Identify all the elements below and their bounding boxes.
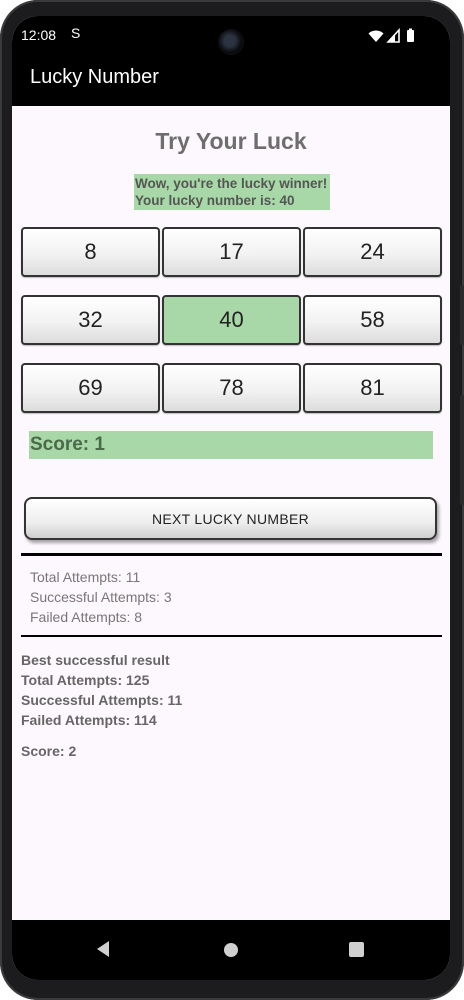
number-button-32[interactable]: 32 <box>21 295 160 345</box>
best-total-attempts: Total Attempts: 125 <box>21 672 150 688</box>
app-bar: Lucky Number <box>12 56 450 106</box>
total-attempts: Total Attempts: 11 <box>30 569 141 585</box>
status-indicator-icon: S <box>71 25 81 41</box>
status-bar: 12:08 S <box>12 16 450 56</box>
best-result: Best successful result Total Attempts: 1… <box>21 650 182 761</box>
navigation-bar <box>12 920 450 980</box>
number-button-24[interactable]: 24 <box>303 227 442 277</box>
front-camera <box>219 30 243 54</box>
best-successful-attempts: Successful Attempts: 11 <box>21 692 183 708</box>
number-grid: 8 17 24 32 40 58 69 78 81 <box>21 227 442 417</box>
volume-button <box>460 395 464 505</box>
main-content: Try Your Luck Wow, you're the lucky winn… <box>12 106 450 920</box>
screen: 12:08 S Lucky Number Try Your Luck Wow, … <box>12 16 450 980</box>
best-score: Score: 2 <box>21 743 77 759</box>
best-failed-attempts: Failed Attempts: 114 <box>21 712 157 728</box>
number-button-40-selected[interactable]: 40 <box>162 295 301 345</box>
successful-attempts: Successful Attempts: 3 <box>30 589 172 605</box>
divider <box>21 635 442 637</box>
back-icon[interactable] <box>96 940 110 958</box>
current-stats: Total Attempts: 11 Successful Attempts: … <box>30 567 172 627</box>
next-lucky-number-button[interactable]: NEXT LUCKY NUMBER <box>24 497 437 540</box>
winner-message-line2: Your lucky number is: 40 <box>135 193 295 208</box>
recents-icon[interactable] <box>349 942 364 957</box>
number-button-58[interactable]: 58 <box>303 295 442 345</box>
divider <box>21 553 442 556</box>
score-display: Score: 1 <box>29 431 433 459</box>
number-button-17[interactable]: 17 <box>162 227 301 277</box>
number-button-69[interactable]: 69 <box>21 363 160 413</box>
signal-icon <box>386 28 400 43</box>
wifi-icon <box>368 30 384 42</box>
page-title: Try Your Luck <box>155 128 307 154</box>
winner-message-line1: Wow, you're the lucky winner! <box>135 176 328 191</box>
status-time: 12:08 <box>21 27 57 43</box>
app-title: Lucky Number <box>30 66 159 88</box>
home-icon[interactable] <box>224 943 238 957</box>
number-button-81[interactable]: 81 <box>303 363 442 413</box>
best-result-heading: Best successful result <box>21 652 170 668</box>
phone-frame: 12:08 S Lucky Number Try Your Luck Wow, … <box>0 0 464 1000</box>
failed-attempts: Failed Attempts: 8 <box>30 609 143 625</box>
battery-icon <box>407 28 414 42</box>
number-button-78[interactable]: 78 <box>162 363 301 413</box>
winner-message: Wow, you're the lucky winner! Your lucky… <box>134 174 330 210</box>
status-icons <box>368 28 414 43</box>
power-button <box>460 285 464 345</box>
number-button-8[interactable]: 8 <box>21 227 160 277</box>
